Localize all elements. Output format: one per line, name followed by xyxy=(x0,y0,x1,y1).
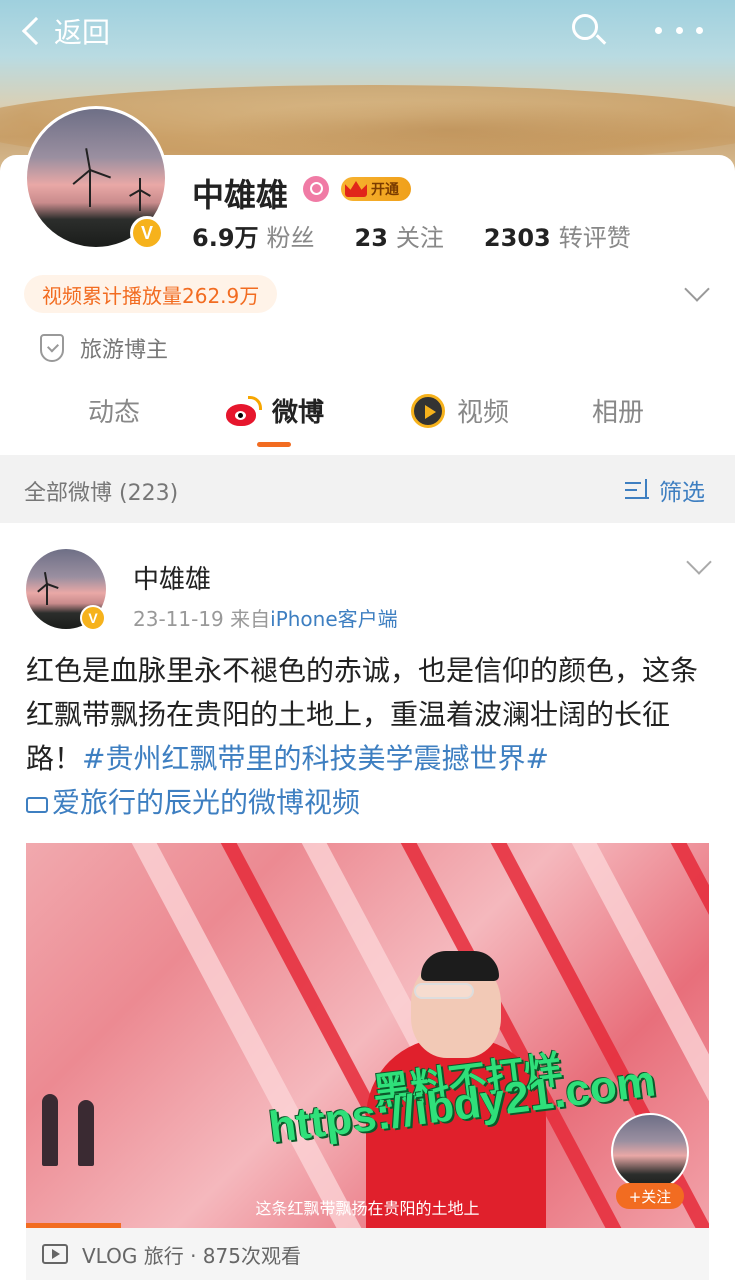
more-icon[interactable] xyxy=(655,20,703,40)
filter-label: 筛选 xyxy=(659,480,705,506)
tab-video[interactable]: 视频 xyxy=(411,392,509,429)
video-footer[interactable]: VLOG 旅行 · 875次观看 xyxy=(26,1228,709,1280)
tab-label: 动态 xyxy=(88,398,141,428)
tab-label: 相册 xyxy=(592,398,645,428)
vip-label: 开通 xyxy=(371,182,399,198)
post-source[interactable]: iPhone客户端 xyxy=(270,607,398,631)
video-person-hair xyxy=(421,951,499,981)
role-label: 旅游博主 xyxy=(80,338,169,363)
search-badge-icon[interactable] xyxy=(303,176,329,202)
post-topic[interactable]: #贵州红飘带里的科技美学震撼世界# xyxy=(82,742,549,775)
stat-value: 23 xyxy=(354,224,388,252)
back-label: 返回 xyxy=(54,16,111,49)
bystanders xyxy=(42,1081,112,1166)
video-person-glasses xyxy=(414,983,474,999)
video-subtitle: 这条红飘带飘扬在贵阳的土地上 xyxy=(255,1199,480,1218)
filter-bar: 全部微博 (223) 筛选 xyxy=(0,455,735,523)
post-source-prefix: 来自 xyxy=(230,607,271,631)
video-player[interactable]: +关注 这条红飘带飘扬在贵阳的土地上 xyxy=(26,843,709,1228)
chevron-down-icon[interactable] xyxy=(686,549,712,575)
video-camera-icon xyxy=(26,797,48,813)
post-date: 23-11-19 xyxy=(133,607,224,631)
post-text: 红色是血脉里永不褪色的赤诚，也是信仰的颜色，这条红飘带飘扬在贵阳的土地上，重温着… xyxy=(26,649,716,825)
stat-interactions[interactable]: 2303 转评赞 xyxy=(484,218,631,253)
shield-icon xyxy=(40,334,64,362)
verified-badge-icon: V xyxy=(130,216,164,250)
stat-label: 转评赞 xyxy=(558,224,631,252)
post-author[interactable]: 中雄雄 xyxy=(133,559,211,596)
verified-badge-icon: V xyxy=(80,605,106,631)
stat-value: 6.9万 xyxy=(192,224,259,252)
tab-weibo[interactable]: 微博 xyxy=(226,392,324,429)
play-icon xyxy=(42,1244,68,1264)
tab-dynamics[interactable]: 动态 xyxy=(88,392,140,429)
stat-label: 粉丝 xyxy=(266,224,315,252)
tab-underline xyxy=(257,442,291,447)
video-icon xyxy=(411,393,445,428)
weibo-icon xyxy=(226,395,262,426)
back-button[interactable]: 返回 xyxy=(20,10,110,52)
video-link-label: 爱旅行的辰光的微博视频 xyxy=(52,786,361,819)
stat-following[interactable]: 23 关注 xyxy=(355,218,444,253)
stat-fans[interactable]: 6.9万 粉丝 xyxy=(192,218,315,253)
top-bar: 返回 xyxy=(0,0,735,62)
banner-dune xyxy=(200,100,700,160)
vip-badge[interactable]: 开通 xyxy=(341,177,411,201)
post-card: V 中雄雄 23-11-19 来自iPhone客户端 红色是血脉里永不褪色的赤诚… xyxy=(0,523,735,1280)
profile-tabs: 动态 微博 视频 相册 xyxy=(0,380,735,455)
all-posts-label[interactable]: 全部微博 (223) xyxy=(24,475,178,507)
profile-name: 中雄雄 xyxy=(192,176,289,214)
video-footer-label: VLOG 旅行 · 875次观看 xyxy=(82,1243,301,1268)
video-author-avatar[interactable] xyxy=(611,1113,689,1191)
role-row: 旅游博主 xyxy=(40,332,168,364)
play-count-pill[interactable]: 视频累计播放量262.9万 xyxy=(24,275,278,313)
filter-button[interactable]: 筛选 xyxy=(625,473,705,507)
tab-label: 微博 xyxy=(272,398,325,428)
tab-album[interactable]: 相册 xyxy=(592,392,644,429)
stat-value: 2303 xyxy=(483,224,551,252)
search-icon[interactable] xyxy=(570,12,608,50)
crown-icon xyxy=(345,181,367,197)
filter-icon xyxy=(625,479,651,501)
profile-stats: 6.9万 粉丝 23 关注 2303 转评赞 xyxy=(192,218,671,253)
tab-label: 视频 xyxy=(457,398,510,428)
post-meta: 23-11-19 来自iPhone客户端 xyxy=(133,603,398,632)
video-link[interactable]: 爱旅行的辰光的微博视频 xyxy=(26,786,360,819)
chevron-left-icon xyxy=(21,16,51,46)
stat-label: 关注 xyxy=(395,224,444,252)
